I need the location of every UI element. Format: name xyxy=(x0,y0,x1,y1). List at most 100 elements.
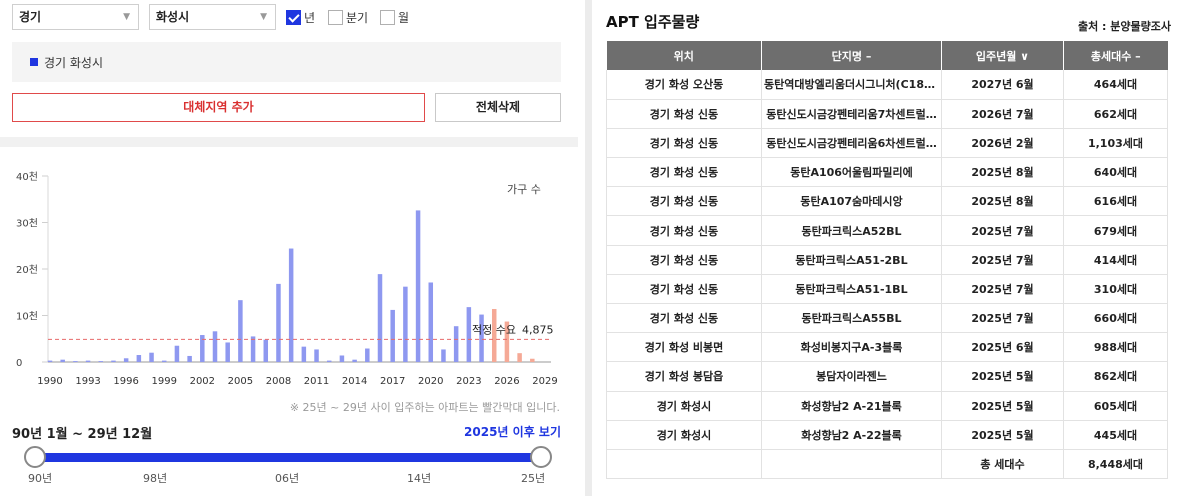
cell-move-in: 2025년 5월 xyxy=(941,391,1064,421)
chart-bar xyxy=(98,361,104,362)
chart-bar xyxy=(174,345,180,362)
y-tick-label: 30천 xyxy=(16,218,38,230)
chart-bar xyxy=(111,360,116,362)
chart-bar xyxy=(225,342,230,362)
cell-complex: 동탄A107숨마데시앙 xyxy=(761,186,942,217)
cell-households: 662세대 xyxy=(1063,99,1168,129)
table-row[interactable]: 경기 화성 신동 동탄신도시금강펜테리움6차센트럴… 2026년 2월 1,103세대 xyxy=(606,128,1168,159)
x-tick-label: 2017 xyxy=(380,376,405,387)
col-header-households[interactable]: 총세대수 – xyxy=(1063,41,1168,70)
cell-move-in: 2025년 5월 xyxy=(941,420,1064,450)
x-tick-label: 2014 xyxy=(342,376,367,387)
cell-move-in: 2025년 8월 xyxy=(941,157,1064,188)
panel-separator xyxy=(585,0,592,496)
cell-location: 경기 화성 봉담읍 xyxy=(606,361,762,392)
chart-bar xyxy=(403,286,408,362)
chart-note: ※ 25년 ~ 29년 사이 입주하는 아파트는 빨간막대 입니다. xyxy=(289,401,560,414)
cell-households: 679세대 xyxy=(1063,215,1168,246)
cell-complex: 화성비봉지구A-3블록 xyxy=(761,332,942,363)
add-region-button[interactable]: 대체지역 추가 xyxy=(12,93,425,122)
source-label: 출처 : 분양물량조사 xyxy=(1077,20,1171,33)
cell-complex: 동탄역대방엘리움더시그니처(C18BL) xyxy=(761,70,942,100)
cell-complex: 동탄파크릭스A51-1BL xyxy=(761,274,942,305)
legend-label: 가구 수 xyxy=(507,183,541,196)
period-slider-track[interactable] xyxy=(34,453,542,462)
table-row[interactable]: 경기 화성 신동 동탄파크릭스A55BL 2025년 7월 660세대 xyxy=(606,303,1168,334)
period-option-quarter[interactable]: 분기 xyxy=(328,9,368,26)
city-select[interactable]: 화성시 ▼ xyxy=(149,4,276,30)
table-row[interactable]: 경기 화성 신동 동탄파크릭스A51-1BL 2025년 7월 310세대 xyxy=(606,274,1168,305)
cell-location: 경기 화성 신동 xyxy=(606,99,762,129)
cell-complex: 화성향남2 A-21블록 xyxy=(761,391,942,421)
left-panel: 경기 ▼ 화성시 ▼ 년 분기 월 경기 화성시 대체지역 추가 전체삭제 40… xyxy=(0,0,578,496)
section-divider xyxy=(0,137,578,147)
chart-bar xyxy=(453,326,459,362)
delete-all-button[interactable]: 전체삭제 xyxy=(435,93,561,122)
chart-bar xyxy=(276,283,281,362)
chart-bar xyxy=(187,355,192,362)
cell-location: 경기 화성 신동 xyxy=(606,186,762,217)
bar-chart: 40천 30천 20천 10천 0 적정 수요 4,875 가구 수 1990 1993 1996 1… xyxy=(16,171,558,387)
table-row[interactable]: 경기 화성 신동 동탄A107숨마데시앙 2025년 8월 616세대 xyxy=(606,186,1168,217)
chart-bar xyxy=(479,314,484,362)
reference-label: 적정 수요 xyxy=(472,323,516,336)
table-body: 경기 화성 오산동 동탄역대방엘리움더시그니처(C18BL) 2027년 6월 464… xyxy=(606,70,1168,480)
region-color-swatch xyxy=(30,58,38,66)
slider-tick-label: 90년 xyxy=(28,472,53,485)
cell-households: 605세대 xyxy=(1063,391,1168,421)
chart-bar xyxy=(288,248,294,362)
col-header-location[interactable]: 위치 xyxy=(606,41,762,70)
chart-bar xyxy=(428,282,434,362)
cell-move-in: 2025년 7월 xyxy=(941,245,1064,275)
table-row[interactable]: 경기 화성 신동 동탄파크릭스A51-2BL 2025년 7월 414세대 xyxy=(606,245,1168,275)
cell-move-in: 2025년 8월 xyxy=(941,186,1064,217)
table-row[interactable]: 경기 화성 신동 동탄A106어울림파밀리에 2025년 8월 640세대 xyxy=(606,157,1168,188)
panel-title: APT 입주물량 xyxy=(606,13,700,31)
chart-bar xyxy=(441,349,446,362)
x-tick-label: 2008 xyxy=(266,376,291,387)
table-row[interactable]: 경기 화성 신동 동탄파크릭스A52BL 2025년 7월 679세대 xyxy=(606,215,1168,246)
after-2025-link[interactable]: 2025년 이후 보기 xyxy=(464,423,561,440)
cell-location: 경기 화성 비봉면 xyxy=(606,332,762,363)
cell-location: 경기 화성 신동 xyxy=(606,215,762,246)
cell-location: 경기 화성시 xyxy=(606,391,762,421)
province-select[interactable]: 경기 ▼ xyxy=(12,4,139,30)
y-tick-label: 40천 xyxy=(16,171,38,183)
table-row[interactable]: 경기 화성 봉담읍 봉담자이라젠느 2025년 5월 862세대 xyxy=(606,361,1168,392)
y-tick-label: 0 xyxy=(16,358,22,369)
period-option-month[interactable]: 월 xyxy=(380,9,409,26)
x-tick-label: 2005 xyxy=(228,376,253,387)
chart-bar xyxy=(530,358,535,362)
chart-bar xyxy=(517,353,522,362)
cell-location: 경기 화성 오산동 xyxy=(606,70,762,100)
table-header-row: 위치 단지명 – 입주년월 ∨ 총세대수 – xyxy=(606,41,1168,70)
cell-move-in: 2025년 7월 xyxy=(941,303,1064,334)
col-header-move-in[interactable]: 입주년월 ∨ xyxy=(941,41,1064,70)
cell-complex: 봉담자이라젠느 xyxy=(761,361,942,392)
y-tick-label: 20천 xyxy=(16,264,38,276)
col-header-complex[interactable]: 단지명 – xyxy=(761,41,942,70)
checkbox-checked-icon[interactable] xyxy=(286,10,301,25)
slider-handle-end[interactable] xyxy=(530,446,552,468)
table-row[interactable]: 경기 화성 오산동 동탄역대방엘리움더시그니처(C18BL) 2027년 6월 464… xyxy=(606,70,1168,100)
city-value: 화성시 xyxy=(156,10,190,24)
period-option-year[interactable]: 년 xyxy=(286,9,315,26)
table-row[interactable]: 경기 화성 비봉면 화성비봉지구A-3블록 2025년 6월 988세대 xyxy=(606,332,1168,363)
table-row[interactable]: 경기 화성시 화성향남2 A-21블록 2025년 5월 605세대 xyxy=(606,391,1168,421)
cell-households: 414세대 xyxy=(1063,245,1168,275)
cell-households: 660세대 xyxy=(1063,303,1168,334)
slider-handle-start[interactable] xyxy=(24,446,46,468)
checkbox-icon[interactable] xyxy=(380,10,395,25)
chart-bar xyxy=(161,360,167,362)
chevron-down-icon: ▼ xyxy=(123,12,130,22)
x-tick-label: 1996 xyxy=(113,376,138,387)
table-row[interactable]: 경기 화성 신동 동탄신도시금강펜테리움7차센트럴… 2026년 7월 662세대 xyxy=(606,99,1168,129)
cell-empty xyxy=(606,449,762,480)
chart-bar xyxy=(339,355,345,362)
chart-bar xyxy=(238,300,243,362)
checkbox-icon[interactable] xyxy=(328,10,343,25)
cell-location: 경기 화성 신동 xyxy=(606,303,762,334)
table-row[interactable]: 경기 화성시 화성향남2 A-22블록 2025년 5월 445세대 xyxy=(606,420,1168,450)
total-value: 8,448세대 xyxy=(1063,449,1168,480)
cell-households: 310세대 xyxy=(1063,274,1168,305)
